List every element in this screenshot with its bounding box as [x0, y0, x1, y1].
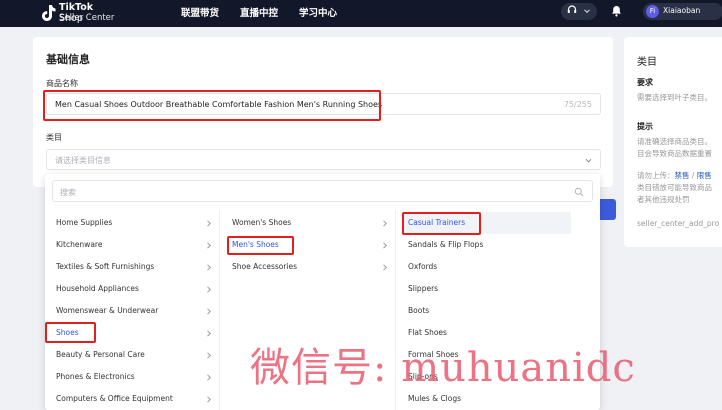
- highlight-product-name: [43, 90, 381, 121]
- tip-text-1: 请准确选择商品类目。: [637, 137, 712, 146]
- category-option[interactable]: Beauty & Personal Care: [45, 344, 220, 366]
- chevron-right-icon: [207, 308, 212, 315]
- chevron-down-icon: [584, 9, 590, 14]
- category-tips-panel: 类目 要求 需要选择到叶子类目。 提示 请准确选择商品类目。 目会导致商品数据重…: [624, 37, 722, 247]
- chevron-right-icon: [207, 242, 212, 249]
- category-option[interactable]: Oxfords: [397, 256, 572, 278]
- chevron-right-icon: [207, 352, 212, 359]
- notification-bell-icon[interactable]: [611, 5, 622, 17]
- category-label: 类目: [46, 133, 62, 142]
- tips-footer-text: seller_center_add_pro: [637, 219, 720, 228]
- chevron-right-icon: [207, 330, 212, 337]
- category-option[interactable]: Textiles & Soft Furnishings: [45, 256, 220, 278]
- user-name: Xiaiaoban: [663, 6, 701, 15]
- category-option[interactable]: Women's Shoes: [221, 212, 396, 234]
- product-name-label: 商品名称: [46, 79, 78, 88]
- category-option[interactable]: Boots: [397, 300, 572, 322]
- chevron-right-icon: [207, 220, 212, 227]
- chevron-right-icon: [383, 264, 388, 271]
- logo-text-line2: Seller Center: [59, 13, 115, 23]
- category-search-input[interactable]: 搜索: [52, 180, 593, 202]
- category-option[interactable]: Computers & Office Equipment: [45, 388, 220, 410]
- tip-text-4: 类目错放可能导致商品: [637, 183, 712, 192]
- highlight-shoes: [45, 322, 96, 343]
- search-icon: [574, 187, 584, 197]
- search-placeholder: 搜索: [60, 188, 76, 197]
- prohibited-link[interactable]: 禁售: [675, 171, 690, 180]
- highlight-casual-trainers: [402, 212, 481, 235]
- category-placeholder: 请选择类目信息: [55, 156, 111, 165]
- category-option[interactable]: Household Appliances: [45, 278, 220, 300]
- tiktok-shop-logo[interactable]: TikTok Shop Seller Center: [40, 2, 120, 25]
- category-option[interactable]: Kitchenware: [45, 234, 220, 256]
- watermark: 微信号: muhuanidc: [250, 345, 636, 391]
- tips-title: 类目: [637, 57, 657, 68]
- nav-item-learning-center[interactable]: 学习中心: [299, 5, 337, 19]
- category-option[interactable]: Shoe Accessories: [221, 256, 396, 278]
- category-option[interactable]: Phones & Electronics: [45, 366, 220, 388]
- top-navbar: TikTok Shop Seller Center 联盟带货 直播中控 学习中心…: [0, 0, 722, 27]
- chevron-right-icon: [207, 286, 212, 293]
- section-title: 基础信息: [46, 53, 90, 66]
- user-account-menu[interactable]: Fi Xiaiaoban: [643, 3, 722, 20]
- requirement-heading: 要求: [637, 78, 653, 87]
- category-level1-column: Home Supplies Kitchenware Textiles & Sof…: [45, 210, 220, 410]
- chevron-right-icon: [207, 374, 212, 381]
- nav-item-affiliate[interactable]: 联盟带货: [181, 5, 219, 19]
- tiktok-logo-icon: [42, 5, 56, 21]
- char-counter: 75/255: [563, 100, 592, 109]
- chevron-right-icon: [207, 264, 212, 271]
- avatar: Fi: [646, 5, 659, 18]
- restricted-link[interactable]: 限售: [697, 171, 712, 180]
- tip-text-2: 目会导致商品数据重置: [637, 149, 712, 158]
- chevron-right-icon: [207, 396, 212, 403]
- category-select[interactable]: 请选择类目信息: [46, 149, 601, 170]
- support-menu-button[interactable]: [561, 3, 597, 20]
- chevron-right-icon: [383, 220, 388, 227]
- tip-heading: 提示: [637, 122, 653, 131]
- chevron-right-icon: [383, 242, 388, 249]
- category-option[interactable]: Womenswear & Underwear: [45, 300, 220, 322]
- headset-icon: [567, 5, 577, 13]
- category-option[interactable]: Sandals & Flip Flops: [397, 234, 572, 256]
- category-option[interactable]: Slippers: [397, 278, 572, 300]
- requirement-text: 需要选择到叶子类目。: [637, 93, 712, 102]
- highlight-mens-shoes: [227, 236, 294, 255]
- category-option[interactable]: Home Supplies: [45, 212, 220, 234]
- tip-text-5: 者其他违规处罚: [637, 195, 690, 204]
- chevron-down-icon: [585, 158, 592, 163]
- nav-item-live-console[interactable]: 直播中控: [240, 5, 278, 19]
- tip-text-3: 请勿上传：禁售 / 限售: [637, 171, 712, 180]
